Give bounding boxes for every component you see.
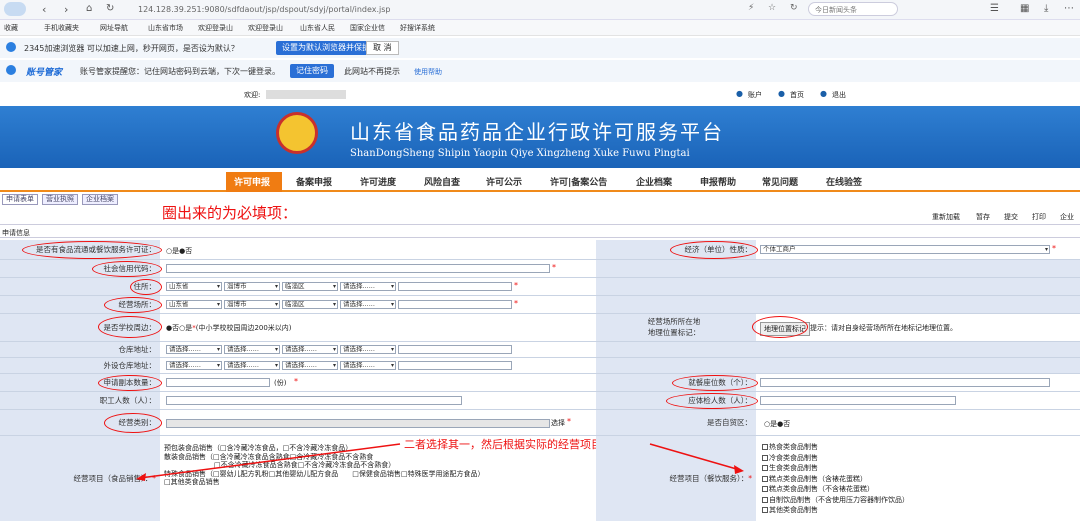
arrow-right <box>649 443 741 471</box>
arrow-left <box>139 443 401 479</box>
annotation-arrows <box>136 443 744 481</box>
arrow-right-head <box>734 465 744 474</box>
arrow-left-head <box>136 473 146 481</box>
